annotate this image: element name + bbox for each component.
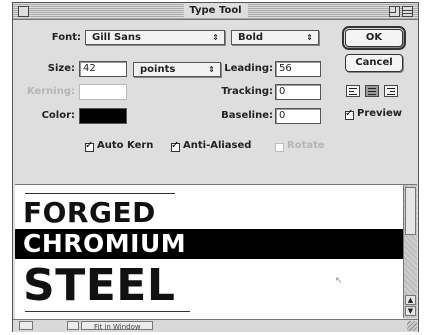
fit-in-window-label: Fit in Window (94, 323, 141, 331)
mouse-cursor-icon: ↖ (335, 276, 343, 286)
scroll-up-icon[interactable]: ▲ (405, 295, 416, 305)
preview-line-forged: FORGED (23, 196, 156, 229)
type-tool-dialog: Type Tool Font: Gill Sans ⇕ Bold ⇕ OK Ca… (12, 2, 419, 332)
auto-kern-label: Auto Kern (97, 140, 154, 151)
size-field[interactable]: 42 (79, 61, 127, 77)
font-style-popup[interactable]: Bold ⇕ (231, 30, 319, 45)
zoom-out-icon[interactable] (19, 321, 33, 330)
kerning-field (79, 84, 127, 100)
status-bar: Fit in Window (13, 319, 418, 332)
size-unit-value: points (140, 64, 176, 75)
close-box-icon[interactable] (18, 6, 29, 17)
kerning-label: Kerning: (26, 86, 75, 97)
ok-button[interactable]: OK (342, 26, 406, 50)
fit-in-window-control[interactable]: Fit in Window (81, 321, 153, 331)
preview-rule-bottom (25, 311, 190, 312)
text-preview-area[interactable]: FORGED CHROMIUM STEEL (15, 184, 403, 320)
popup-arrows-icon: ⇕ (208, 65, 215, 74)
baseline-field[interactable]: 0 (275, 108, 321, 124)
vertical-scrollbar[interactable]: ▲ ▼ (403, 184, 417, 318)
align-left-icon[interactable] (346, 85, 360, 97)
align-right-icon[interactable] (384, 85, 398, 97)
rotate-checkbox (275, 143, 284, 152)
size-unit-popup[interactable]: points ⇕ (133, 62, 221, 77)
font-family-value: Gill Sans (92, 32, 141, 43)
font-style-value: Bold (238, 32, 264, 43)
leading-field[interactable]: 56 (275, 61, 321, 77)
color-swatch[interactable] (79, 108, 127, 124)
preview-line-chromium: CHROMIUM (23, 229, 187, 258)
baseline-label: Baseline: (221, 110, 273, 121)
zoom-box-icon[interactable] (389, 6, 400, 17)
preview-rule (25, 193, 175, 194)
window-title: Type Tool (183, 4, 248, 18)
rotate-label: Rotate (287, 140, 325, 151)
preview-checkbox[interactable] (345, 108, 354, 120)
align-center-icon[interactable] (365, 85, 379, 97)
zoom-in-icon[interactable] (67, 321, 79, 330)
resize-grip-icon[interactable] (407, 321, 417, 331)
font-family-popup[interactable]: Gill Sans ⇕ (85, 30, 225, 45)
preview-line-steel: STEEL (23, 260, 176, 311)
preview-highlight-bar: CHROMIUM (15, 229, 403, 259)
anti-aliased-label: Anti-Aliased (183, 140, 252, 151)
size-label: Size: (47, 63, 75, 74)
preview-checkbox-label: Preview (357, 108, 403, 119)
popup-arrows-icon: ⇕ (306, 33, 313, 42)
color-label: Color: (41, 110, 75, 121)
anti-aliased-checkbox[interactable] (171, 140, 180, 152)
scroll-thumb[interactable] (405, 187, 416, 235)
font-label: Font: (51, 32, 81, 43)
popup-arrows-icon: ⇕ (212, 33, 219, 42)
cancel-button[interactable]: Cancel (345, 54, 403, 72)
leading-label: Leading: (224, 63, 273, 74)
scroll-down-icon[interactable]: ▼ (405, 306, 416, 316)
tracking-label: Tracking: (221, 86, 273, 97)
collapse-box-icon[interactable] (402, 6, 413, 17)
title-bar[interactable]: Type Tool (13, 3, 418, 20)
auto-kern-checkbox[interactable] (85, 140, 94, 152)
tracking-field[interactable]: 0 (275, 84, 321, 100)
